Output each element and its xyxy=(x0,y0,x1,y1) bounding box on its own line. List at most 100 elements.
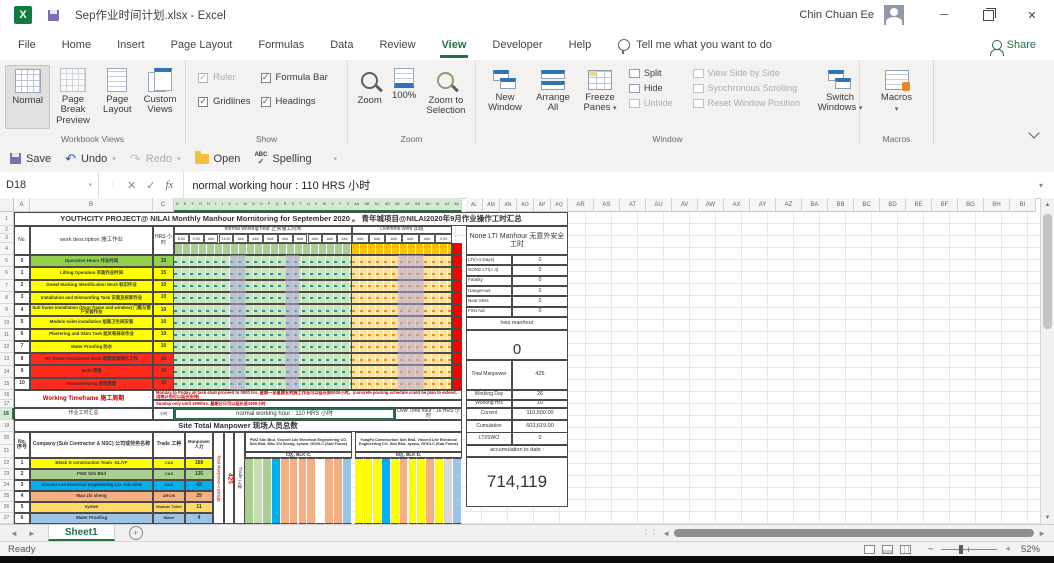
safety-value-cell[interactable]: 0 xyxy=(512,307,568,317)
row-header-13[interactable]: 13 xyxy=(0,353,14,366)
gantt-red-cell[interactable] xyxy=(452,365,462,377)
time-header-cell[interactable]: ### xyxy=(204,234,219,243)
company-trade-cell[interactable]: Water xyxy=(153,513,185,524)
row-header-5[interactable]: 5 xyxy=(0,255,14,267)
column-header-C[interactable]: C xyxy=(153,198,174,212)
gantt-normal-hours[interactable] xyxy=(174,292,352,304)
safety-label-cell[interactable]: Fatality xyxy=(466,276,512,286)
task-hrs-cell[interactable]: 10 xyxy=(153,329,174,341)
task-description-cell[interactable]: Housekeeping 现场清理 xyxy=(30,378,153,390)
row-header-23[interactable]: 23 xyxy=(0,469,14,480)
company-name-cell[interactable]: Block D construction Team -GL/YF xyxy=(30,458,153,469)
block-c-trade-strip[interactable] xyxy=(316,458,325,524)
block-d-trade-strip[interactable] xyxy=(382,458,391,524)
column-headers-d-ak-selected[interactable]: DEFGHIJKLMNOPQRSTUVWXYZAAABACADAEAFAGAHA… xyxy=(174,198,462,212)
task-hrs-cell[interactable]: 10 xyxy=(153,316,174,328)
task-description-cell[interactable]: Installation and Dismantling Task 安装及拆卸作… xyxy=(30,292,153,304)
task-no-cell[interactable]: 2 xyxy=(14,280,30,292)
time-header-cell[interactable]: ### xyxy=(308,234,323,243)
task-hrs-cell[interactable]: 10 xyxy=(153,292,174,304)
header-none-lti-cell[interactable]: None LTI Manhour 无意外安全工时 xyxy=(466,226,568,255)
block-c-trade-strip[interactable] xyxy=(272,458,281,524)
row-header-15[interactable]: 15 xyxy=(0,378,14,390)
working-timeframe-label[interactable]: Working Timeframe 施工周期 xyxy=(14,390,153,408)
column-header-AZ[interactable]: AZ xyxy=(776,198,802,212)
task-hrs-cell[interactable]: 15 xyxy=(153,267,174,279)
company-no-cell[interactable]: 2 xyxy=(14,469,30,480)
hour-strip-overtime[interactable] xyxy=(352,243,452,255)
task-description-cell[interactable]: Dowel Marking Identification Work 标识作业 xyxy=(30,280,153,292)
row-header-26[interactable]: 26 xyxy=(0,502,14,513)
block-c-trade-strip[interactable] xyxy=(325,458,334,524)
row-header-7[interactable]: 7 xyxy=(0,280,14,292)
block-d-trade-strip[interactable] xyxy=(417,458,426,524)
header-normal-hours-cell[interactable]: normal working hour 正常施工时间 xyxy=(174,226,352,234)
page-break-shortcut-icon[interactable] xyxy=(900,545,911,554)
row-header-14[interactable]: 14 xyxy=(0,366,14,378)
task-description-cell[interactable]: Lifting Operation 吊装作业时间 xyxy=(30,267,153,279)
task-hrs-cell[interactable]: 10 xyxy=(153,304,174,316)
row-header-18[interactable]: 18 xyxy=(0,408,14,420)
task-no-cell[interactable]: 3 xyxy=(14,292,30,304)
safety-label-cell[interactable]: Dangerous xyxy=(466,286,512,296)
column-header-AY[interactable]: AY xyxy=(750,198,776,212)
timeframe-line1[interactable]: Monday to Friday all task shall proceed … xyxy=(153,390,462,400)
stat-label-cell[interactable]: Current xyxy=(466,408,512,420)
page-layout-shortcut-icon[interactable] xyxy=(882,545,893,554)
task-no-cell[interactable]: 6 xyxy=(14,329,30,341)
gantt-red-cell[interactable] xyxy=(452,255,462,267)
safety-label-cell[interactable]: Near Miss xyxy=(466,296,512,306)
gantt-red-cell[interactable] xyxy=(452,378,462,390)
block-c-trade-strip[interactable] xyxy=(307,458,316,524)
block-d-companies[interactable]: YongFa Construction Sdn Bhd, Vincent Lit… xyxy=(355,432,462,452)
block-d-trade-strip[interactable] xyxy=(426,458,435,524)
gantt-red-cell[interactable] xyxy=(452,353,462,365)
block-c-companies[interactable]: PWZ Sdn Bhd, Vincent Lite Electrical Eng… xyxy=(245,432,352,452)
column-header-B[interactable]: B xyxy=(30,198,153,212)
safety-value-cell[interactable]: 0 xyxy=(512,276,568,286)
block-d-trade-strip[interactable] xyxy=(400,458,409,524)
company-name-cell[interactable]: Mao zhi sheng xyxy=(30,491,153,502)
timeframe-line2[interactable]: Sunday only until 1900hrs. 星期日只可以延长至1900… xyxy=(153,400,462,408)
gantt-normal-hours[interactable] xyxy=(174,329,352,341)
time-header-cell[interactable]: 0:00 xyxy=(435,234,452,243)
block-d-trade-strip[interactable] xyxy=(364,458,373,524)
site-total-manpower-title[interactable]: Site Total Manpower 现场人员总数 xyxy=(14,420,462,432)
row-header-19[interactable]: 19 xyxy=(0,420,14,432)
company-no-cell[interactable]: 5 xyxy=(14,502,30,513)
hour-strip-normal[interactable] xyxy=(174,243,352,255)
tab-scroll-right-icon[interactable]: ► xyxy=(28,529,36,538)
safety-value-cell[interactable]: 0 xyxy=(512,286,568,296)
block-c-trade-strip[interactable] xyxy=(254,458,263,524)
gantt-normal-hours[interactable] xyxy=(174,255,352,267)
row-header-6[interactable]: 6 xyxy=(0,267,14,280)
time-header-cell[interactable]: ### xyxy=(402,234,419,243)
stat-label-cell[interactable]: Total Manpower xyxy=(466,360,512,390)
summary-hrs-cell[interactable]: 小时 xyxy=(153,408,174,420)
row-header-20[interactable]: 20 xyxy=(0,432,14,445)
block-d-trade-strip[interactable] xyxy=(355,458,364,524)
column-header-AM[interactable]: AM xyxy=(483,198,500,212)
task-no-cell[interactable]: 5 xyxy=(14,316,30,328)
header-no-cell[interactable]: No. xyxy=(14,226,30,255)
company-trade-cell[interactable]: ARCHI xyxy=(153,491,185,502)
row-header-9[interactable]: 9 xyxy=(0,304,14,317)
task-hrs-cell[interactable]: 15 xyxy=(153,255,174,267)
company-manpower-cell[interactable]: 4 xyxy=(185,513,213,524)
row-header-24[interactable]: 24 xyxy=(0,480,14,491)
accumulation-label[interactable]: accumulation to date : xyxy=(466,445,568,457)
column-header-AN[interactable]: AN xyxy=(500,198,517,212)
gantt-red-cell[interactable] xyxy=(452,280,462,292)
row-header-22[interactable]: 22 xyxy=(0,458,14,469)
block-c-trade-strip[interactable] xyxy=(334,458,343,524)
company-no-cell[interactable]: 3 xyxy=(14,480,30,491)
company-trade-cell[interactable]: Module Toilet xyxy=(153,502,185,513)
vertical-scrollbar[interactable]: ▲ ▼ xyxy=(1040,198,1054,524)
company-manpower-cell[interactable]: 169 xyxy=(185,458,213,469)
column-header-BH[interactable]: BH xyxy=(984,198,1010,212)
summary-label-cell[interactable]: 作业工时汇总 xyxy=(14,408,153,420)
stat-label-cell[interactable]: Working Hrs xyxy=(466,400,512,408)
time-header-cell[interactable]: ### xyxy=(233,234,248,243)
column-header-BD[interactable]: BD xyxy=(880,198,906,212)
block-c-trade-strip[interactable] xyxy=(281,458,290,524)
